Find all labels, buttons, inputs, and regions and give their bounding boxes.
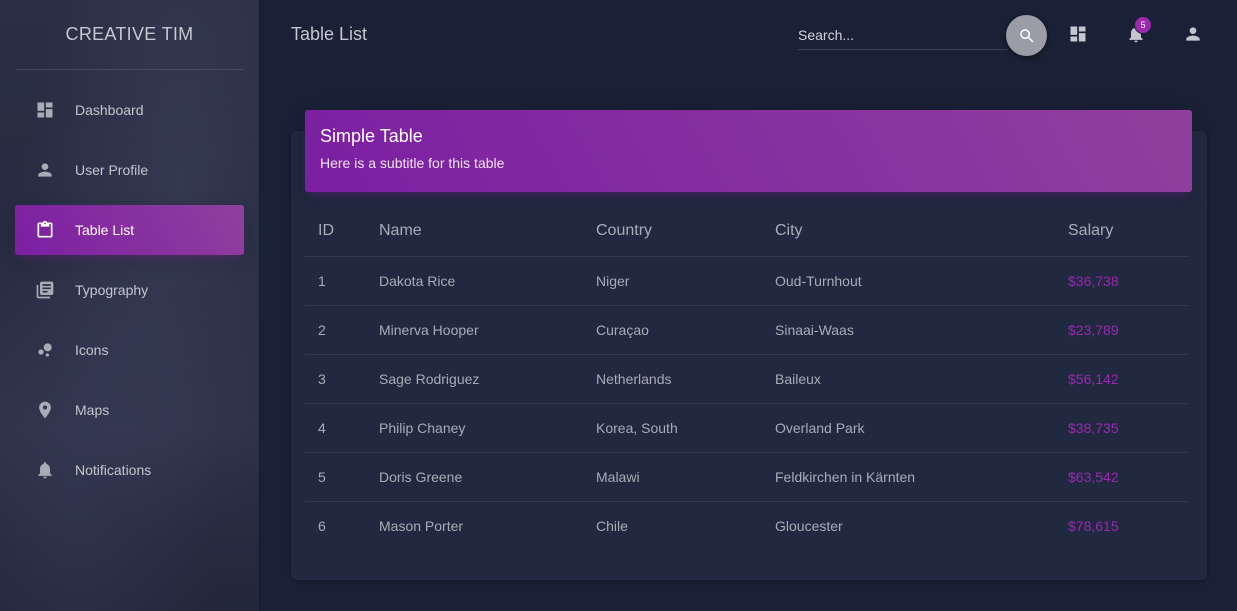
cell-city: Feldkirchen in Kärnten <box>762 452 1055 502</box>
cell-id: 1 <box>305 256 366 306</box>
sidebar-item-label: User Profile <box>75 162 149 178</box>
sidebar-item-label: Notifications <box>75 462 152 478</box>
sidebar-item-label: Typography <box>75 282 149 298</box>
cell-salary: $36,738 <box>1055 256 1188 306</box>
bubble-chart-icon <box>35 340 55 360</box>
user-menu-button[interactable] <box>1183 24 1203 44</box>
sidebar: CREATIVE TIM Dashboard User Profile Tabl… <box>0 0 260 611</box>
person-icon <box>1186 27 1200 41</box>
cell-name: Mason Porter <box>379 517 464 534</box>
search-button[interactable] <box>1006 15 1047 56</box>
cell-city: Overland Park <box>762 403 1055 453</box>
cell-city: Baileux <box>762 354 1055 404</box>
cell-name: Sage Rodriguez <box>366 354 583 404</box>
search-field <box>798 20 1008 50</box>
notification-count-badge: 5 <box>1134 16 1152 34</box>
column-header-id: ID <box>305 207 366 257</box>
cell-id: 2 <box>305 305 366 355</box>
cell-city: Sinaai-Waas <box>762 305 1055 355</box>
cell-country: Netherlands <box>583 354 762 404</box>
sidebar-item-label: Maps <box>75 402 110 418</box>
cell-salary: $23,789 <box>1055 305 1188 355</box>
top-navbar: Table List 5 <box>260 0 1237 70</box>
column-header-city: City <box>762 207 1055 257</box>
sidebar-item-user-profile[interactable]: User Profile <box>15 145 244 195</box>
dashboard-shortcut-button[interactable] <box>1068 24 1088 44</box>
search-input[interactable] <box>798 20 1008 49</box>
cell-city: Gloucester <box>775 517 843 534</box>
brand-logo[interactable]: CREATIVE TIM <box>15 0 244 70</box>
library-books-icon <box>35 280 55 300</box>
card-subtitle: Here is a subtitle for this table <box>320 155 505 171</box>
cell-city: Oud-Turnhout <box>762 256 1055 306</box>
page-title: Table List <box>291 24 368 44</box>
cell-country: Curaçao <box>583 305 762 355</box>
simple-table: ID Name Country City Salary 1 Dakota Ric… <box>305 207 1188 550</box>
sidebar-nav: Dashboard User Profile Table List Typogr… <box>0 85 259 495</box>
cell-salary: $38,735 <box>1055 403 1188 453</box>
cell-country: Chile <box>596 517 628 534</box>
sidebar-item-label: Dashboard <box>75 102 144 118</box>
sidebar-item-notifications[interactable]: Notifications <box>15 445 244 495</box>
cell-name: Doris Greene <box>366 452 583 502</box>
column-header-country: Country <box>583 207 762 257</box>
clipboard-icon <box>35 220 55 240</box>
location-pin-icon <box>35 400 55 420</box>
cell-name: Dakota Rice <box>366 256 583 306</box>
cell-salary: $63,542 <box>1055 452 1188 502</box>
dashboard-icon <box>35 100 55 120</box>
table-row: 4 Philip Chaney Korea, South Overland Pa… <box>305 403 1188 453</box>
table-row: 1 Dakota Rice Niger Oud-Turnhout $36,738 <box>305 256 1188 306</box>
cell-country: Korea, South <box>583 403 762 453</box>
column-header-name: Name <box>366 207 583 257</box>
cell-name: Minerva Hooper <box>366 305 583 355</box>
column-header-salary: Salary <box>1055 207 1188 257</box>
cell-id: 3 <box>305 354 366 404</box>
sidebar-item-icons[interactable]: Icons <box>15 325 244 375</box>
cell-salary: $78,615 <box>1068 517 1119 534</box>
person-icon <box>35 160 55 180</box>
dashboard-icon <box>1070 26 1086 42</box>
sidebar-item-dashboard[interactable]: Dashboard <box>15 85 244 135</box>
sidebar-item-table-list[interactable]: Table List <box>15 205 244 255</box>
sidebar-item-label: Table List <box>75 222 135 238</box>
cell-country: Malawi <box>583 452 762 502</box>
cell-id: 5 <box>305 452 366 502</box>
bell-icon <box>35 460 55 480</box>
sidebar-item-maps[interactable]: Maps <box>15 385 244 435</box>
cell-country: Niger <box>583 256 762 306</box>
table-row: 5 Doris Greene Malawi Feldkirchen in Kär… <box>305 452 1188 502</box>
table-header-row: ID Name Country City Salary <box>305 207 1188 257</box>
sidebar-item-typography[interactable]: Typography <box>15 265 244 315</box>
search-icon <box>1019 28 1033 42</box>
cell-salary: $56,142 <box>1055 354 1188 404</box>
table-row: 2 Minerva Hooper Curaçao Sinaai-Waas $23… <box>305 305 1188 355</box>
table-row: 6 Mason Porter Chile Gloucester $78,615 <box>305 501 1188 550</box>
cell-id: 4 <box>305 403 366 453</box>
card-title: Simple Table <box>320 126 423 146</box>
brand-name: CREATIVE TIM <box>65 24 194 44</box>
cell-name: Philip Chaney <box>366 403 583 453</box>
card-header: Simple Table Here is a subtitle for this… <box>305 110 1192 192</box>
cell-id: 6 <box>318 517 326 534</box>
table-row: 3 Sage Rodriguez Netherlands Baileux $56… <box>305 354 1188 404</box>
sidebar-item-label: Icons <box>75 342 109 358</box>
